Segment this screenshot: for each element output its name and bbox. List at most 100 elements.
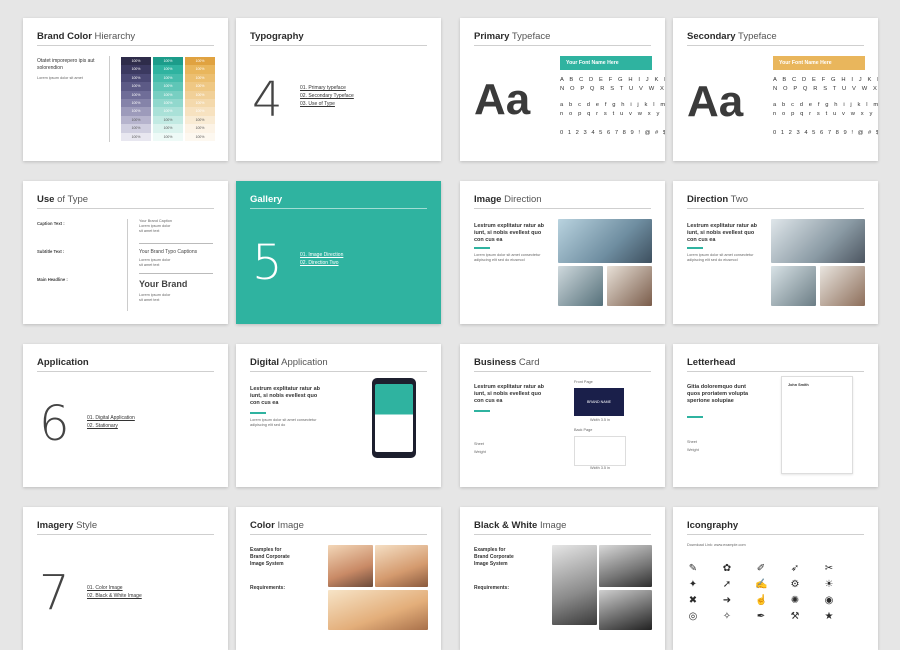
slide-business-card[interactable]: Business Card Lestrum explitatur ratur a… bbox=[460, 344, 665, 487]
toc-item[interactable]: 01. Primary typeface bbox=[300, 84, 354, 92]
photo-laptop bbox=[558, 266, 603, 306]
download-link[interactable]: Download Link: www.example.com bbox=[687, 543, 746, 548]
slide-gallery[interactable]: Gallery 5 01. Image Direction 02. Direct… bbox=[236, 181, 441, 324]
accent-bar bbox=[474, 247, 490, 249]
divider bbox=[474, 534, 651, 535]
description: Lestrum explitatur ratur ab iunt, si nob… bbox=[474, 223, 544, 243]
glyphs-upper: A B C D E F G H I J K L MN O P Q R S T U… bbox=[560, 77, 665, 92]
toc-item[interactable]: 02. Stationary bbox=[87, 422, 135, 430]
section-number: 5 bbox=[252, 235, 283, 291]
card-width-label: Width 3.5 in bbox=[590, 466, 611, 470]
toc-item[interactable]: 01. Digital Application bbox=[87, 414, 135, 422]
palette-swatch: 100% bbox=[185, 107, 215, 116]
slide-image-direction[interactable]: Image Direction Lestrum explitatur ratur… bbox=[460, 181, 665, 324]
toc-item[interactable]: 03. Use of Type bbox=[300, 100, 354, 108]
accent-bar bbox=[474, 410, 490, 412]
photo-woman bbox=[607, 266, 652, 306]
divider bbox=[687, 45, 864, 46]
accent-bar bbox=[687, 247, 703, 249]
toc-item[interactable]: 01. Color Image bbox=[87, 584, 142, 592]
slide-typography[interactable]: Typography 4 01. Primary typeface 02. Se… bbox=[236, 18, 441, 161]
palette-swatch: 100% bbox=[185, 132, 215, 141]
divider bbox=[687, 208, 864, 209]
photo-bw-2 bbox=[599, 545, 652, 587]
divider bbox=[474, 371, 651, 372]
toc-item[interactable]: 02. Secondary Typeface bbox=[300, 92, 354, 100]
toc-item[interactable]: 02. Black & White Image bbox=[87, 592, 142, 600]
slide-direction-two[interactable]: Direction Two Lestrum explitatur ratur a… bbox=[673, 181, 878, 324]
subtitle-label: Subtitle Text : bbox=[37, 249, 65, 254]
font-name-bar: Your Font Name Here bbox=[773, 56, 865, 70]
slide-title: Typography bbox=[250, 31, 304, 42]
slide-color-image[interactable]: Color Image Examples for Brand Corporate… bbox=[236, 507, 441, 650]
photo-color-1 bbox=[328, 545, 373, 587]
filler-text: Lorem ipsum dolor sit amet consectetur a… bbox=[250, 418, 317, 427]
gear-icon: ⚙ bbox=[790, 579, 800, 590]
slide-title: Use of Type bbox=[37, 194, 89, 205]
toc-item[interactable]: 01. Image Direction bbox=[300, 251, 343, 259]
divider bbox=[250, 534, 427, 535]
phone-mockup bbox=[372, 378, 416, 458]
palette-swatch: 100% bbox=[185, 124, 215, 133]
hand-icon: ☝ bbox=[755, 595, 768, 606]
icon-grid: ✎ ✿ ✐ ➶ ✂ ✦ ➚ ✍ ⚙ ☀ ✖ ➜ ☝ ✺ ◉ ◎ ✧ ✒ ⚒ ★ bbox=[687, 563, 867, 623]
toc-item[interactable]: 02. Direction Two bbox=[300, 259, 343, 267]
slide-bw-image[interactable]: Black & White Image Examples for Brand C… bbox=[460, 507, 665, 650]
slide-title: Primary Typeface bbox=[474, 31, 551, 42]
palette-swatch: 100% bbox=[121, 57, 151, 66]
slide-primary-typeface[interactable]: Primary Typeface Aa Your Font Name Here … bbox=[460, 18, 665, 161]
slide-application[interactable]: Application 6 01. Digital Application 02… bbox=[23, 344, 228, 487]
brush-icon: ✎ bbox=[688, 563, 698, 574]
slide-icongraphy[interactable]: Icongraphy Download Link: www.example.co… bbox=[673, 507, 878, 650]
slide-title: Color Image bbox=[250, 520, 304, 531]
glyphs-digits: 0 1 2 3 4 5 6 7 8 9 ! @ # $ bbox=[773, 130, 878, 136]
headline-label: Main Headline : bbox=[37, 277, 68, 282]
slide-title: Icongraphy bbox=[687, 520, 739, 531]
palette-swatch: 100% bbox=[185, 82, 215, 91]
divider bbox=[37, 45, 214, 46]
slide-title: Image Direction bbox=[474, 194, 542, 205]
palette-navy: 100% 100% 100% 100% 100% 100% 100% 100% 100% 100% bbox=[121, 57, 151, 141]
palette-swatch: 100% bbox=[121, 124, 151, 133]
glyphs-lower: a b c d e f g h i j k l mn o p q r s t u… bbox=[773, 102, 878, 117]
palette-swatch: 100% bbox=[121, 115, 151, 125]
slide-title: Imagery Style bbox=[37, 520, 98, 531]
photo-color-2 bbox=[375, 545, 428, 587]
palette-swatch: 100% bbox=[121, 73, 151, 83]
palette-swatch: 100% bbox=[121, 90, 151, 99]
palette-swatch: 100% bbox=[185, 57, 215, 66]
slide-brand-color[interactable]: Brand Color Hierarchy Otatet imporepero … bbox=[23, 18, 228, 161]
palette-swatch: 100% bbox=[121, 98, 151, 108]
requirements-label: Requirements: bbox=[474, 585, 510, 591]
weight-label: Weight bbox=[474, 450, 486, 454]
description: Lestrum explitatur ratur ab iunt, si nob… bbox=[250, 386, 320, 406]
eye-icon: ◉ bbox=[824, 595, 834, 606]
slide-imagery-style[interactable]: Imagery Style 7 01. Color Image 02. Blac… bbox=[23, 507, 228, 650]
palette-swatch: 100% bbox=[185, 115, 215, 125]
divider bbox=[37, 208, 214, 209]
filler-text: Lorem ipsum dolor sit amet bbox=[37, 76, 83, 80]
arrow-icon: ➜ bbox=[722, 595, 732, 606]
palette-swatch: 100% bbox=[153, 65, 183, 74]
photo-bw-1 bbox=[552, 545, 597, 625]
divider bbox=[139, 243, 213, 244]
slide-letterhead[interactable]: Letterhead Gitia doloremquo dunt quos pr… bbox=[673, 344, 878, 487]
accent-bar bbox=[250, 412, 266, 414]
palette-swatch: 100% bbox=[121, 107, 151, 116]
slide-use-of-type[interactable]: Use of Type Caption Text : Subtitle Text… bbox=[23, 181, 228, 324]
divider-vertical bbox=[127, 219, 128, 311]
font-name-bar: Your Font Name Here bbox=[560, 56, 652, 70]
filler-text: Lorem ipsum dolor sit amet text bbox=[139, 258, 171, 267]
photo-color-3 bbox=[328, 590, 428, 630]
paint-icon: ✦ bbox=[688, 579, 698, 590]
palette-swatch: 100% bbox=[121, 132, 151, 141]
slide-secondary-typeface[interactable]: Secondary Typeface Aa Your Font Name Her… bbox=[673, 18, 878, 161]
brush-tools-icon: ⚒ bbox=[790, 611, 800, 622]
palette-swatch: 100% bbox=[185, 90, 215, 99]
letter-name: John Smith bbox=[788, 383, 809, 387]
slide-title: Letterhead bbox=[687, 357, 736, 368]
bulb-icon: ☀ bbox=[824, 579, 834, 590]
back-page-label: Back Page bbox=[574, 428, 593, 432]
slide-digital-application[interactable]: Digital Application Lestrum explitatur r… bbox=[236, 344, 441, 487]
headline-sample: Your Brand bbox=[139, 279, 188, 289]
